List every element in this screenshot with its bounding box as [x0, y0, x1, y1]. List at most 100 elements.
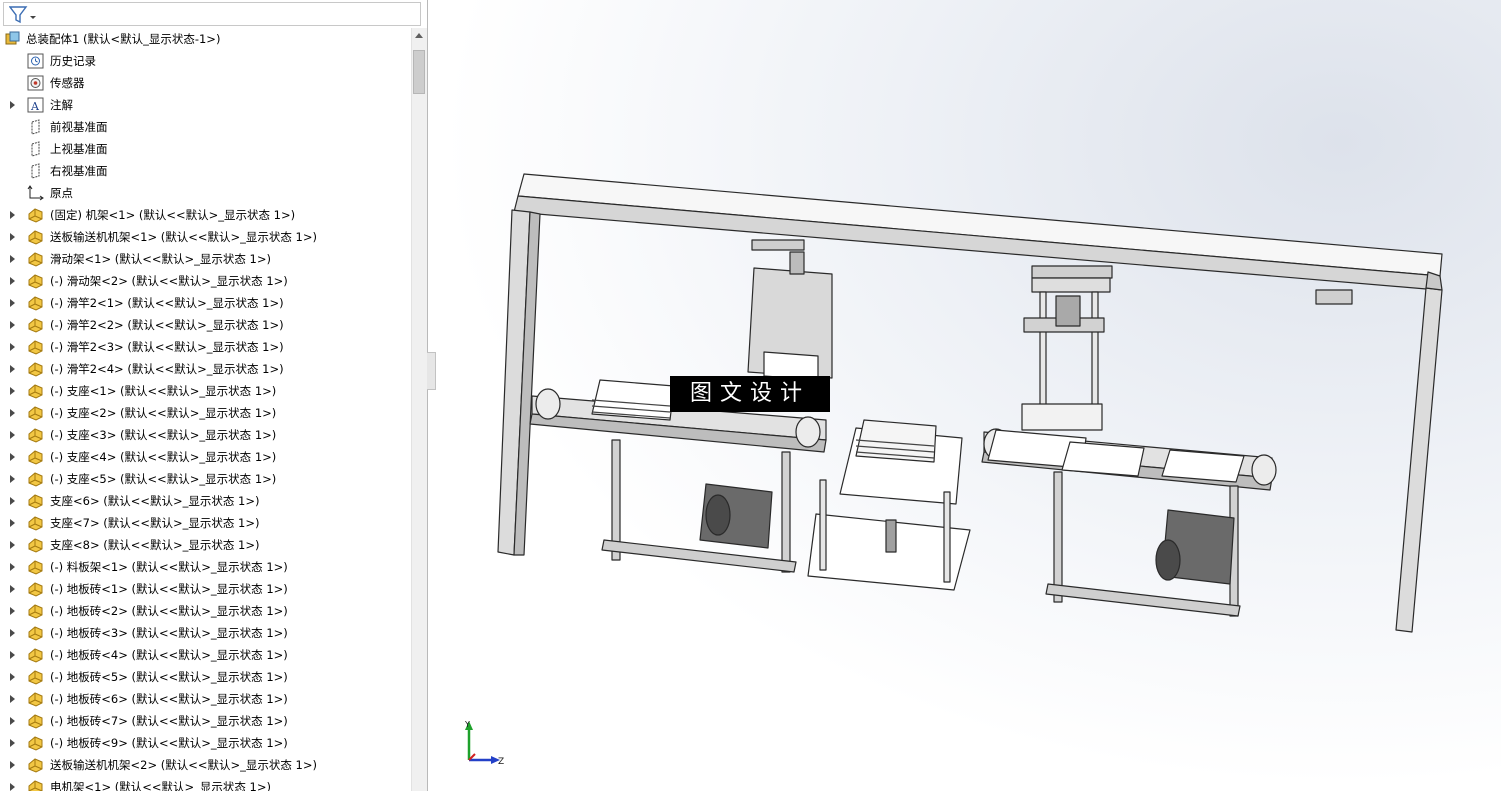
filter-icon[interactable] — [9, 6, 37, 24]
tree-item[interactable]: 前视基准面 — [0, 116, 411, 138]
expand-arrow-icon[interactable] — [10, 299, 15, 307]
expand-arrow-icon[interactable] — [10, 255, 15, 263]
scroll-thumb[interactable] — [413, 50, 425, 94]
expand-arrow-icon[interactable] — [10, 321, 15, 329]
panel-splitter-handle[interactable] — [427, 352, 436, 390]
expand-arrow-icon[interactable] — [10, 651, 15, 659]
tree-item[interactable]: 送板输送机机架<1> (默认<<默认>_显示状态 1>) — [0, 226, 411, 248]
part-icon — [27, 779, 44, 791]
conveyor-right — [981, 428, 1277, 617]
part-icon — [27, 625, 44, 641]
tree-item-label: 历史记录 — [50, 54, 96, 68]
tree-item[interactable]: (-) 支座<4> (默认<<默认>_显示状态 1>) — [0, 446, 411, 468]
expand-arrow-icon[interactable] — [10, 497, 15, 505]
tree-item[interactable]: 电机架<1> (默认<<默认>_显示状态 1>) — [0, 776, 411, 791]
expand-arrow-icon[interactable] — [10, 101, 15, 109]
part-icon — [27, 405, 44, 421]
graphics-viewport[interactable]: 图文设计 Y Z — [436, 0, 1501, 791]
expand-arrow-icon[interactable] — [10, 541, 15, 549]
expand-arrow-icon[interactable] — [10, 695, 15, 703]
expand-arrow-icon[interactable] — [10, 739, 15, 747]
tree-item-label: (-) 支座<1> (默认<<默认>_显示状态 1>) — [50, 384, 277, 398]
expand-arrow-icon[interactable] — [10, 519, 15, 527]
expand-arrow-icon[interactable] — [10, 343, 15, 351]
tree-item[interactable]: (-) 支座<3> (默认<<默认>_显示状态 1>) — [0, 424, 411, 446]
tree-item-label: 支座<7> (默认<<默认>_显示状态 1>) — [50, 516, 260, 530]
tree-item[interactable]: (-) 地板砖<1> (默认<<默认>_显示状态 1>) — [0, 578, 411, 600]
tree-item[interactable]: (固定) 机架<1> (默认<<默认>_显示状态 1>) — [0, 204, 411, 226]
tree-item[interactable]: 送板输送机机架<2> (默认<<默认>_显示状态 1>) — [0, 754, 411, 776]
tree-item[interactable]: 右视基准面 — [0, 160, 411, 182]
tree-item-label: (-) 支座<4> (默认<<默认>_显示状态 1>) — [50, 450, 277, 464]
expand-arrow-icon[interactable] — [10, 761, 15, 769]
expand-arrow-icon[interactable] — [10, 233, 15, 241]
tree-item[interactable]: 传感器 — [0, 72, 411, 94]
tree-item-label: (-) 地板砖<6> (默认<<默认>_显示状态 1>) — [50, 692, 288, 706]
tree-item[interactable]: (-) 地板砖<3> (默认<<默认>_显示状态 1>) — [0, 622, 411, 644]
expand-arrow-icon[interactable] — [10, 585, 15, 593]
tree-item[interactable]: 滑动架<1> (默认<<默认>_显示状态 1>) — [0, 248, 411, 270]
part-icon — [27, 493, 44, 509]
tree-item-label: 滑动架<1> (默认<<默认>_显示状态 1>) — [50, 252, 271, 266]
tree-item[interactable]: (-) 滑竿2<1> (默认<<默认>_显示状态 1>) — [0, 292, 411, 314]
expand-arrow-icon[interactable] — [10, 717, 15, 725]
expand-arrow-icon[interactable] — [10, 607, 15, 615]
expand-arrow-icon[interactable] — [10, 629, 15, 637]
tree-item[interactable]: (-) 地板砖<6> (默认<<默认>_显示状态 1>) — [0, 688, 411, 710]
feature-tree: 总装配体1 (默认<默认_显示状态-1>) 历史记录传感器 A 注解 前视基准面 上视基准… — [0, 28, 411, 791]
tree-item[interactable]: (-) 料板架<1> (默认<<默认>_显示状态 1>) — [0, 556, 411, 578]
tree-item-label: 电机架<1> (默认<<默认>_显示状态 1>) — [50, 780, 271, 791]
tree-item[interactable]: (-) 地板砖<5> (默认<<默认>_显示状态 1>) — [0, 666, 411, 688]
expand-arrow-icon[interactable] — [10, 409, 15, 417]
tree-root-item[interactable]: 总装配体1 (默认<默认_显示状态-1>) — [0, 28, 411, 50]
expand-arrow-icon[interactable] — [10, 673, 15, 681]
tree-item[interactable]: 历史记录 — [0, 50, 411, 72]
tree-item[interactable]: 支座<7> (默认<<默认>_显示状态 1>) — [0, 512, 411, 534]
part-icon — [27, 515, 44, 531]
gantry-right-leg — [1395, 287, 1443, 633]
expand-arrow-icon[interactable] — [10, 431, 15, 439]
gantry-top-beam — [517, 173, 1443, 277]
tree-item[interactable]: (-) 地板砖<2> (默认<<默认>_显示状态 1>) — [0, 600, 411, 622]
expand-arrow-icon[interactable] — [10, 475, 15, 483]
tree-item[interactable]: (-) 地板砖<4> (默认<<默认>_显示状态 1>) — [0, 644, 411, 666]
tree-item[interactable]: 原点 — [0, 182, 411, 204]
tree-item[interactable]: (-) 滑竿2<3> (默认<<默认>_显示状态 1>) — [0, 336, 411, 358]
tree-item-label: (-) 支座<5> (默认<<默认>_显示状态 1>) — [50, 472, 277, 486]
expand-arrow-icon[interactable] — [10, 387, 15, 395]
expand-arrow-icon[interactable] — [10, 563, 15, 571]
expand-arrow-icon[interactable] — [10, 365, 15, 373]
tree-item-label: (-) 料板架<1> (默认<<默认>_显示状态 1>) — [50, 560, 288, 574]
part-icon — [27, 361, 44, 377]
expand-arrow-icon[interactable] — [10, 211, 15, 219]
tree-item[interactable]: A 注解 — [0, 94, 411, 116]
tree-item[interactable]: (-) 支座<1> (默认<<默认>_显示状态 1>) — [0, 380, 411, 402]
expand-arrow-icon[interactable] — [10, 277, 15, 285]
scroll-up-arrow-icon[interactable] — [415, 33, 423, 38]
tree-item[interactable]: (-) 支座<5> (默认<<默认>_显示状态 1>) — [0, 468, 411, 490]
triad-y-label: Y — [464, 720, 470, 729]
tree-item-label: (-) 支座<2> (默认<<默认>_显示状态 1>) — [50, 406, 277, 420]
tree-item[interactable]: (-) 滑竿2<4> (默认<<默认>_显示状态 1>) — [0, 358, 411, 380]
tree-item-label: (-) 地板砖<2> (默认<<默认>_显示状态 1>) — [50, 604, 288, 618]
tree-item[interactable]: 上视基准面 — [0, 138, 411, 160]
tree-item[interactable]: (-) 地板砖<9> (默认<<默认>_显示状态 1>) — [0, 732, 411, 754]
part-icon — [27, 229, 44, 245]
tree-item-label: (-) 滑竿2<1> (默认<<默认>_显示状态 1>) — [50, 296, 284, 310]
tree-item[interactable]: (-) 支座<2> (默认<<默认>_显示状态 1>) — [0, 402, 411, 424]
expand-arrow-icon[interactable] — [10, 783, 15, 791]
tree-item-label: 支座<8> (默认<<默认>_显示状态 1>) — [50, 538, 260, 552]
svg-text:A: A — [30, 100, 40, 113]
part-icon — [27, 735, 44, 751]
tree-item[interactable]: (-) 滑竿2<2> (默认<<默认>_显示状态 1>) — [0, 314, 411, 336]
filter-bar[interactable] — [3, 2, 421, 26]
expand-arrow-icon[interactable] — [10, 453, 15, 461]
conveyor-left — [529, 388, 827, 573]
tree-item[interactable]: 支座<8> (默认<<默认>_显示状态 1>) — [0, 534, 411, 556]
tree-item[interactable]: (-) 滑动架<2> (默认<<默认>_显示状态 1>) — [0, 270, 411, 292]
tree-item[interactable]: 支座<6> (默认<<默认>_显示状态 1>) — [0, 490, 411, 512]
tree-item-label: (-) 滑竿2<3> (默认<<默认>_显示状态 1>) — [50, 340, 284, 354]
tree-item[interactable]: (-) 地板砖<7> (默认<<默认>_显示状态 1>) — [0, 710, 411, 732]
assembly-model-render — [497, 173, 1443, 633]
tree-scrollbar[interactable] — [411, 28, 427, 791]
